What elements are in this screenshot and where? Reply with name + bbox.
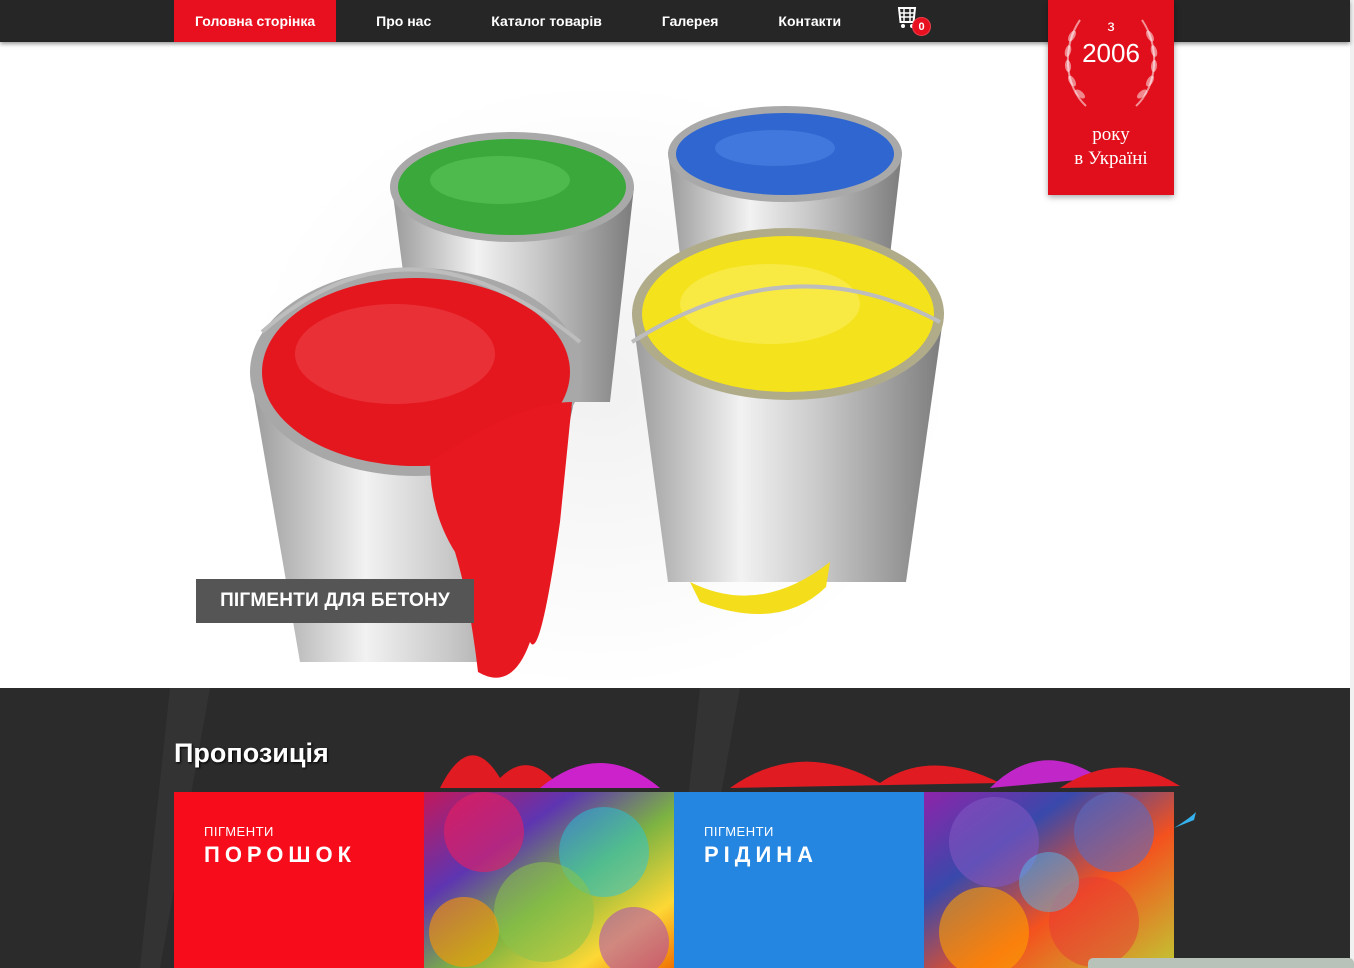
nav-item-home[interactable]: Головна сторінка bbox=[174, 0, 337, 42]
hero-caption-button[interactable]: ПІГМЕНТИ ДЛЯ БЕТОНУ bbox=[196, 579, 474, 623]
tile-image-1[interactable] bbox=[424, 792, 674, 968]
badge-year: 2006 bbox=[1082, 38, 1140, 68]
offer-section: Пропозиція ПІГМЕНТИ ПОРОШОК ПІГМЕНТИ РІД… bbox=[0, 688, 1350, 968]
tile-sub-label: ПІГМЕНТИ bbox=[204, 824, 274, 839]
horizontal-scrollbar-thumb[interactable] bbox=[1088, 958, 1354, 968]
page-scrollbar-track[interactable] bbox=[1350, 0, 1354, 968]
nav-item-gallery[interactable]: Галерея bbox=[642, 0, 739, 42]
offer-title: Пропозиція bbox=[174, 738, 329, 768]
nav-item-catalog[interactable]: Каталог товарів bbox=[471, 0, 622, 42]
badge-line-2: в Україні bbox=[1074, 148, 1148, 169]
nav-item-contacts[interactable]: Контакти bbox=[758, 0, 861, 42]
badge-prefix: з bbox=[1107, 18, 1115, 35]
tile-powder-pigments[interactable]: ПІГМЕНТИ ПОРОШОК bbox=[174, 792, 424, 968]
since-2006-badge: з 2006 року в Україні bbox=[1048, 0, 1174, 195]
cart-count-badge: 0 bbox=[912, 17, 931, 36]
tile-main-label: ПОРОШОК bbox=[204, 842, 357, 867]
tile-liquid-pigments[interactable]: ПІГМЕНТИ РІДИНА bbox=[674, 792, 924, 968]
badge-line-1: року bbox=[1092, 124, 1130, 145]
colorful-paint-collage-image bbox=[424, 792, 674, 968]
tile-sub-label: ПІГМЕНТИ bbox=[704, 824, 774, 839]
tile-main-label: РІДИНА bbox=[704, 842, 819, 867]
tile-image-2[interactable] bbox=[924, 792, 1174, 968]
cart-button[interactable]: 0 bbox=[894, 3, 934, 37]
colorful-paint-collage-2-image bbox=[924, 792, 1174, 968]
main-menu: Головна сторінка Про нас Каталог товарів… bbox=[174, 0, 881, 42]
nav-item-about[interactable]: Про нас bbox=[356, 0, 451, 42]
